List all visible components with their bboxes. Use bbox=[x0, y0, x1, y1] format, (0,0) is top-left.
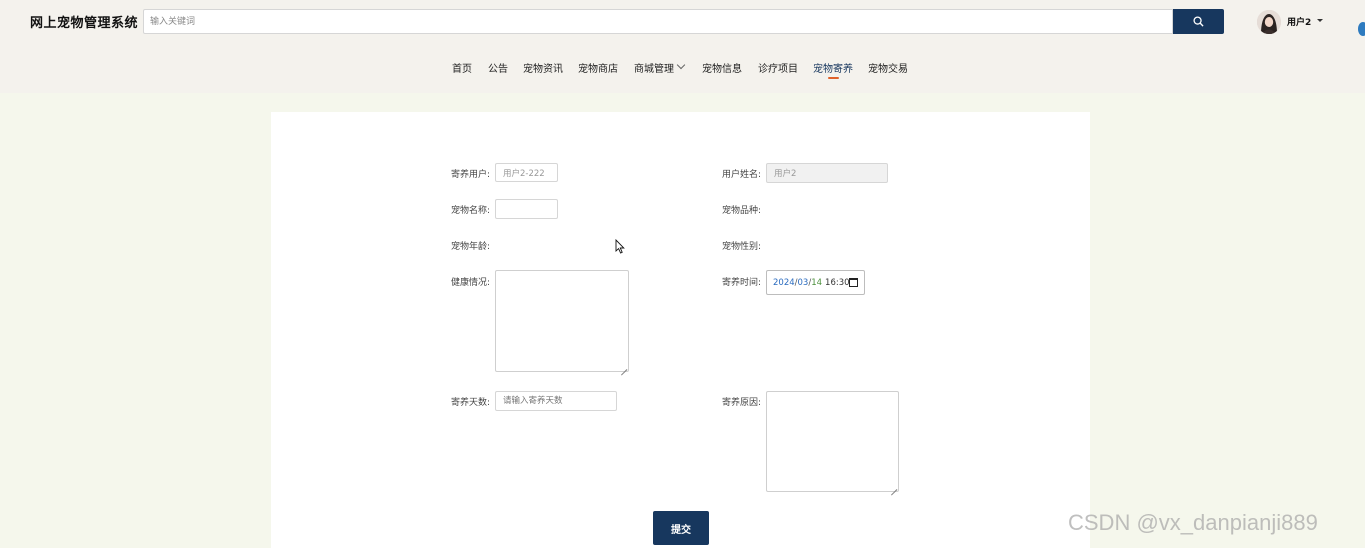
user-menu[interactable]: 用户2 bbox=[1287, 15, 1311, 28]
chevron-down-icon[interactable] bbox=[676, 60, 686, 70]
search-icon bbox=[1193, 16, 1204, 27]
pet-gender-label: 宠物性别: bbox=[722, 242, 762, 252]
boarding-time-label: 寄养时间: bbox=[722, 278, 762, 288]
boarding-time-picker[interactable]: 2024/03/14 16:30 bbox=[766, 270, 865, 295]
health-textarea[interactable] bbox=[495, 270, 629, 372]
search-input[interactable] bbox=[143, 9, 1173, 34]
site-title: 网上宠物管理系统 bbox=[30, 16, 139, 31]
nav-item-pet-trade[interactable]: 宠物交易 bbox=[868, 60, 908, 75]
avatar[interactable] bbox=[1257, 10, 1281, 34]
health-label: 健康情况: bbox=[451, 278, 491, 288]
floating-circle-icon[interactable] bbox=[1358, 22, 1365, 36]
nav-item-notice[interactable]: 公告 bbox=[488, 60, 508, 75]
mouse-cursor-icon bbox=[615, 239, 625, 254]
date-day: 14 bbox=[811, 277, 823, 288]
boarding-reason-label: 寄养原因: bbox=[722, 398, 762, 408]
calendar-icon[interactable] bbox=[849, 278, 858, 287]
active-nav-indicator bbox=[828, 77, 839, 79]
nav-item-pet-news[interactable]: 宠物资讯 bbox=[523, 60, 563, 75]
pet-age-label: 宠物年龄: bbox=[451, 242, 491, 252]
user-name-field[interactable]: 用户2 bbox=[766, 163, 888, 183]
date-year: 2024 bbox=[773, 277, 795, 288]
search-button[interactable] bbox=[1173, 9, 1224, 34]
boarding-days-input[interactable] bbox=[495, 391, 617, 411]
pet-name-field[interactable] bbox=[495, 199, 558, 219]
resize-handle-icon[interactable] bbox=[891, 484, 897, 490]
nav-item-mall-management[interactable]: 商城管理 bbox=[634, 60, 674, 75]
nav-item-pet-boarding[interactable]: 宠物寄养 bbox=[813, 60, 853, 75]
nav-item-home[interactable]: 首页 bbox=[452, 60, 472, 75]
boarding-user-field[interactable]: 用户2-222 bbox=[495, 163, 558, 182]
nav-item-treatment[interactable]: 诊疗项目 bbox=[758, 60, 798, 75]
watermark: CSDN @vx_danpianji889 bbox=[1068, 510, 1318, 535]
time-value: 16:30 bbox=[825, 277, 850, 288]
avatar-image bbox=[1257, 10, 1281, 34]
user-name-label: 用户姓名: bbox=[722, 170, 762, 180]
boarding-user-label: 寄养用户: bbox=[451, 170, 491, 180]
form-card bbox=[271, 112, 1090, 548]
pet-breed-label: 宠物品种: bbox=[722, 206, 762, 216]
date-month: 03 bbox=[797, 277, 809, 288]
resize-handle-icon[interactable] bbox=[621, 364, 627, 370]
chevron-down-icon[interactable] bbox=[1317, 19, 1323, 22]
pet-name-label: 宠物名称: bbox=[451, 206, 491, 216]
boarding-reason-textarea[interactable] bbox=[766, 391, 899, 492]
nav-item-pet-info[interactable]: 宠物信息 bbox=[702, 60, 742, 75]
nav-item-pet-shop[interactable]: 宠物商店 bbox=[578, 60, 618, 75]
submit-button[interactable]: 提交 bbox=[653, 511, 709, 545]
boarding-days-label: 寄养天数: bbox=[451, 398, 491, 408]
header: 网上宠物管理系统 用户2 首页 公告 宠物资讯 宠物商店 商城管理 宠物信息 诊… bbox=[0, 0, 1365, 93]
